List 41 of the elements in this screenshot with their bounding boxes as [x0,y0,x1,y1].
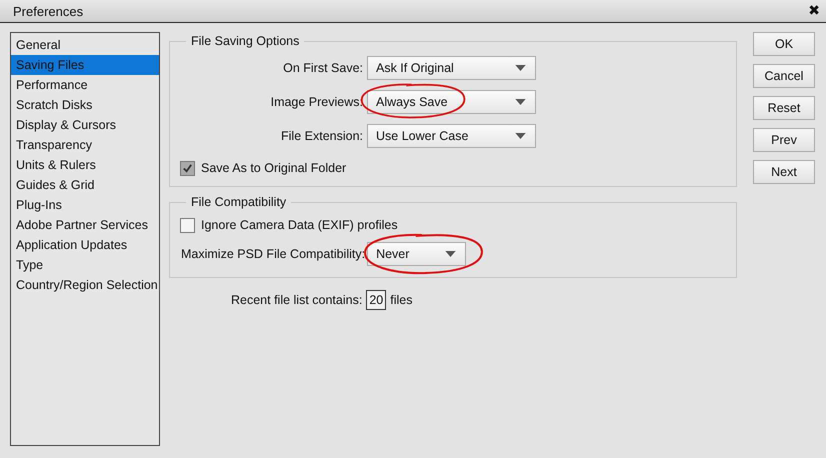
sidebar-item[interactable]: Country/Region Selection [11,275,159,295]
dialog-button[interactable]: Next [753,160,815,184]
group-title: File Saving Options [186,34,304,48]
dialog-button[interactable]: Reset [753,96,815,120]
field-label: On First Save: [282,61,364,75]
checkbox[interactable] [180,218,195,232]
unit-label: files [390,293,412,307]
checkbox-label: Ignore Camera Data (EXIF) profiles [201,218,398,232]
sidebar-item[interactable]: Guides & Grid [11,175,159,195]
checkbox-label: Save As to Original Folder [201,161,346,175]
field-label: File Extension: [280,129,364,143]
sidebar-item[interactable]: Scratch Disks [11,95,159,115]
dropdown[interactable]: Ask If Original [367,56,536,80]
caret-icon [515,99,526,105]
close-button[interactable]: ✖ [806,3,822,19]
sidebar-item[interactable]: Application Updates [11,235,159,255]
number-field[interactable]: 20 [366,290,386,310]
dropdown[interactable]: Never [367,242,466,266]
sidebar-item[interactable]: Units & Rulers [11,155,159,175]
window-title: Preferences [13,4,84,18]
field-label: Image Previews: [270,95,364,109]
dialog-button[interactable]: Prev [753,128,815,152]
caret-icon [515,133,526,139]
caret-icon [445,251,456,257]
sidebar-item[interactable]: Adobe Partner Services [11,215,159,235]
sidebar-item[interactable]: Plug-Ins [11,195,159,215]
sidebar-item[interactable]: Performance [11,75,159,95]
field-label: Maximize PSD File Compatibility: [181,247,366,261]
dialog-button[interactable]: OK [753,32,815,56]
sidebar-item[interactable]: Type [11,255,159,275]
sidebar-item[interactable]: Transparency [11,135,159,155]
sidebar-item[interactable]: Saving Files [11,55,159,75]
group-title: File Compatibility [186,195,292,209]
sidebar-item[interactable]: Display & Cursors [11,115,159,135]
checkbox[interactable] [180,160,195,176]
dropdown[interactable]: Use Lower Case [367,124,536,148]
field-label: Recent file list contains: [231,293,362,307]
dialog-button[interactable]: Cancel [753,64,815,88]
sidebar-item[interactable]: General [11,35,159,55]
caret-icon [515,65,526,71]
dropdown[interactable]: Always Save [367,90,536,114]
